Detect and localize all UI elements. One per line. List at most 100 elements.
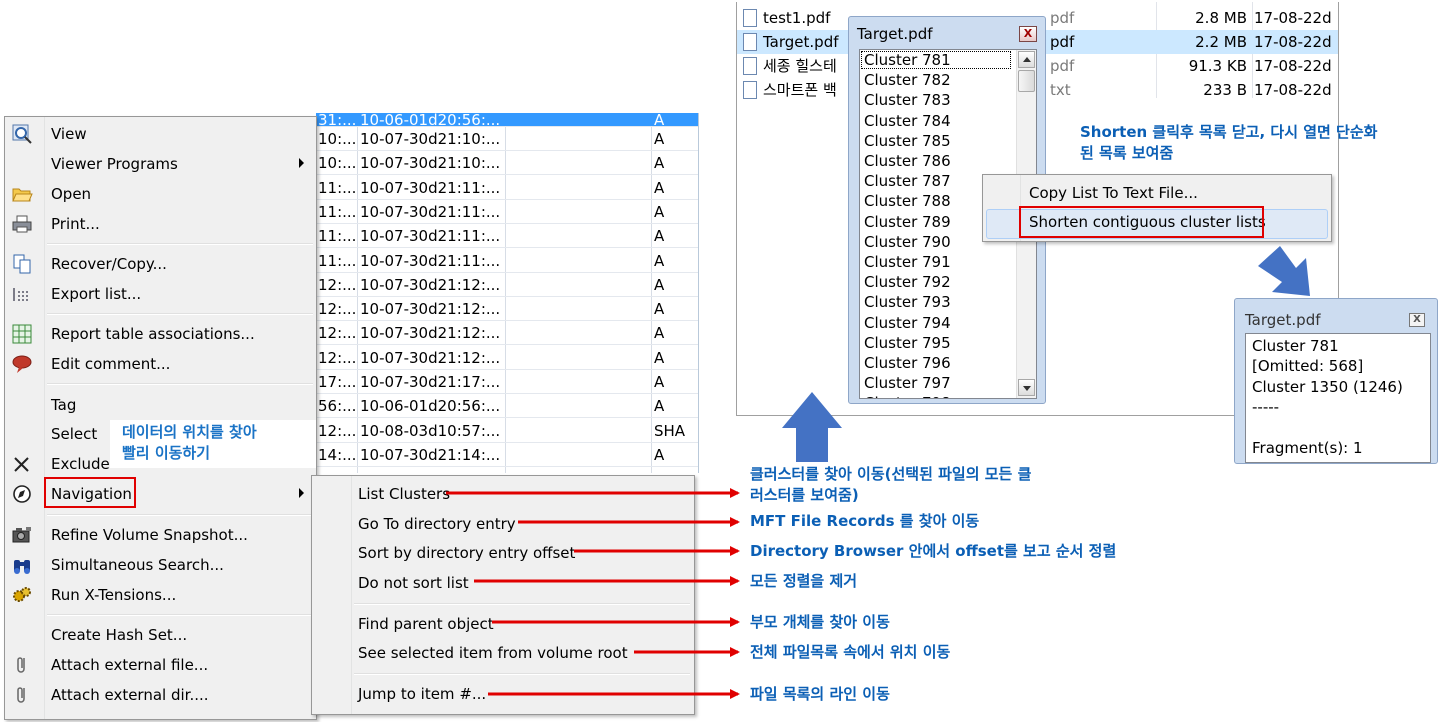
table-row[interactable]: 11:... 10-07-30d21:11:... A [316,249,698,273]
menu-item-tag[interactable]: Tag [5,390,316,420]
table-row[interactable]: 12:... 10-07-30d21:12:... A [316,273,698,297]
submenu-item-do-not-sort[interactable]: Do not sort list [312,568,694,598]
cluster-list-item[interactable]: Cluster 797 [864,373,951,393]
cluster-list-item[interactable]: Cluster 782 [864,70,951,90]
cluster-list-item[interactable]: Cluster 792 [864,272,951,292]
table-row[interactable]: 12:... 10-08-03d10:57:... SHA [316,419,698,443]
table-cell: A [654,348,665,367]
submenu-item-see-from-root[interactable]: See selected item from volume root [312,638,694,668]
menu-item-copy-list[interactable]: Copy List To Text File... [1029,184,1198,202]
submenu-item-go-to-directory[interactable]: Go To directory entry [312,509,694,539]
copy-documents-icon [11,253,33,275]
cluster-list-item[interactable]: Cluster 785 [864,131,951,151]
file-type: pdf [1050,33,1075,51]
cluster-list-item[interactable]: Cluster 791 [864,252,951,272]
table-cell: A [654,202,665,221]
table-cell: 11:... [318,251,356,270]
table-row[interactable]: 10:... 10-07-30d21:10:... A [316,151,698,176]
cluster-list-item[interactable]: Cluster 793 [864,292,951,312]
shortened-cluster-window: Target.pdf X Cluster 781 [Omitted: 568] Cl… [1234,298,1438,464]
close-icon[interactable]: X [1019,26,1037,42]
shortened-list-line: Cluster 1350 (1246) [1252,377,1403,396]
file-size: 233 B [1203,81,1247,99]
submenu-item-find-parent[interactable]: Find parent object [312,609,694,639]
menu-label: Export list... [51,285,142,303]
table-cell: 12:... [318,275,356,294]
close-icon[interactable]: X [1409,313,1425,327]
jump-to-item-note: 파일 목록의 라인 이동 [750,685,890,703]
table-row[interactable]: 14:... 10-07-30d21:14:... A [316,443,698,467]
menu-item-attach-file[interactable]: Attach external file... [5,650,316,680]
shortened-list-line: Fragment(s): 1 [1252,438,1363,457]
cluster-list-item[interactable]: Cluster 796 [864,353,951,373]
submenu-item-sort-by-offset[interactable]: Sort by directory entry offset [312,538,694,568]
submenu-label: Do not sort list [358,574,469,592]
menu-item-run-xtensions[interactable]: Run X-Tensions... [5,580,316,610]
table-cell: 31:... [318,113,356,127]
gears-icon [11,584,33,606]
cluster-list-item[interactable]: Cluster 783 [864,90,951,110]
cluster-list-item[interactable]: Cluster 787 [864,171,951,191]
table-cell: A [654,300,665,319]
file-date: 17-08-22d [1254,9,1332,27]
scroll-thumb[interactable] [1018,70,1035,92]
menu-label: Edit comment... [51,355,171,373]
submenu-item-list-clusters[interactable]: List Clusters [312,479,694,509]
table-row[interactable]: 12:... 10-07-30d21:12:... A [316,297,698,322]
file-name: 세종 힐스테 [763,57,837,75]
file-size: 91.3 KB [1188,57,1247,75]
menu-item-simultaneous-search[interactable]: Simultaneous Search... [5,550,316,580]
table-row[interactable]: 12:... 10-07-30d21:12:... A [316,346,698,370]
menu-item-refine-volume[interactable]: Refine Volume Snapshot... [5,520,316,550]
menu-item-export-list[interactable]: Export list... [5,279,316,309]
cluster-list-item[interactable]: Cluster 788 [864,191,951,211]
document-icon [743,9,757,27]
table-cell: 10-08-03d10:57:... [360,421,501,440]
shortened-cluster-list[interactable]: Cluster 781 [Omitted: 568] Cluster 1350 (1… [1245,333,1431,463]
cluster-list-item[interactable]: Cluster 795 [864,333,951,353]
menu-item-recover-copy[interactable]: Recover/Copy... [5,249,316,279]
file-name: 스마트폰 백 [763,81,837,99]
cluster-list-item[interactable]: Cluster 781 [864,50,951,70]
menu-item-create-hash-set[interactable]: Create Hash Set... [5,620,316,650]
cluster-list-item[interactable]: Cluster 798 [864,393,951,398]
table-row[interactable]: 11:... 10-07-30d21:11:... A [316,224,698,249]
menu-item-viewer-programs[interactable]: Viewer Programs [5,149,316,179]
menu-item-open[interactable]: Open [5,179,316,209]
cluster-list-item[interactable]: Cluster 790 [864,232,951,252]
file-table-background: 31:... 10-06-01d20:56:... A 10:... 10-07-30d… [316,113,699,473]
cluster-list-item[interactable]: Cluster 786 [864,151,951,171]
table-row[interactable]: 31:... 10-06-01d20:56:... A [316,113,698,127]
menu-label: View [51,125,87,143]
table-row[interactable]: 11:... 10-07-30d21:11:... A [316,200,698,224]
table-row[interactable]: 17:... 10-07-30d21:17:... A [316,370,698,394]
file-date: 17-08-22d [1254,81,1332,99]
submenu-label: Find parent object [358,615,494,633]
cluster-list-item[interactable]: Cluster 794 [864,313,951,333]
menu-item-print[interactable]: Print... [5,209,316,239]
menu-label: Report table associations... [51,325,255,343]
context-menu: View Viewer Programs Open Print... Recov… [4,116,317,720]
menu-item-edit-comment[interactable]: Edit comment... [5,349,316,379]
navigation-note-line1: 데이터의 위치를 찾아 [122,423,257,441]
menu-item-view[interactable]: View [5,119,316,149]
magnifier-view-icon [11,123,33,145]
table-cell: 10-07-30d21:11:... [360,178,501,197]
menu-item-attach-dir[interactable]: Attach external dir.... [5,680,316,710]
arrow-down-icon [1023,386,1031,391]
navigation-submenu: List Clusters Go To directory entry Sort… [311,475,695,715]
table-row[interactable]: 10:... 10-07-30d21:10:... A [316,127,698,151]
shorten-note-line1: Shorten 클릭후 목록 닫고, 다시 열면 단순화 [1080,123,1378,141]
menu-item-report-table[interactable]: Report table associations... [5,319,316,349]
scroll-up-button[interactable] [1018,51,1035,68]
cluster-list-item[interactable]: Cluster 789 [864,212,951,232]
table-row[interactable]: 11:... 10-07-30d21:11:... A [316,176,698,200]
menu-label: Exclude [51,455,110,473]
table-cell: A [654,227,665,246]
cluster-list-item[interactable]: Cluster 784 [864,111,951,131]
submenu-item-jump-to-item[interactable]: Jump to item #... [312,679,694,709]
table-row[interactable]: 56:... 10-06-01d20:56:... A [316,394,698,419]
document-icon [743,81,757,99]
scroll-down-button[interactable] [1018,379,1035,396]
table-row[interactable]: 12:... 10-07-30d21:12:... A [316,321,698,346]
